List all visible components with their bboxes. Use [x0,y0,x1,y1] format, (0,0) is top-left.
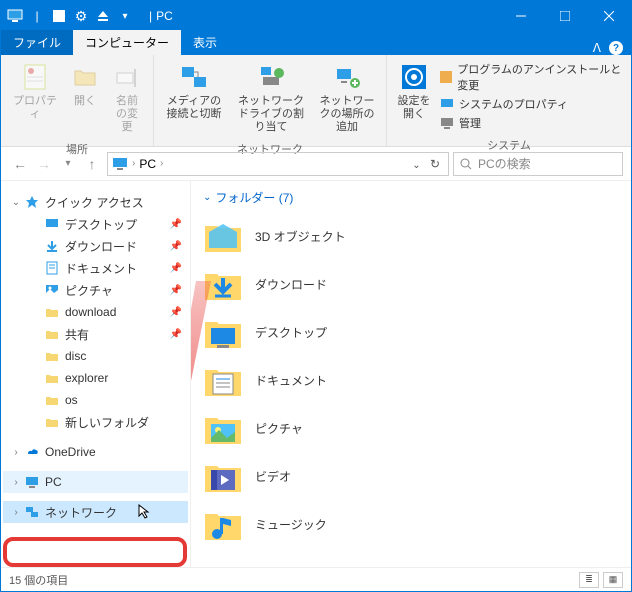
folder-label: 3D オブジェクト [255,228,346,245]
properties-label: プロパティ [11,95,59,121]
view-icons-button[interactable]: ▦ [603,572,623,588]
folder-label: ミュージック [255,516,327,533]
tree-item-新しいフォルダ[interactable]: 新しいフォルダ [3,411,188,433]
titlebar: | ⚙ ▾ | PC [1,1,631,31]
folder-label: ビデオ [255,468,291,485]
open-label: 開く [74,95,96,108]
eject-icon[interactable] [95,8,111,24]
folder-item[interactable]: デスクトップ [203,308,619,356]
pc-icon [7,8,23,24]
uninstall-label: プログラムのアンインストールと変更 [457,61,623,93]
close-button[interactable] [587,1,631,31]
tree-item-ドキュメント[interactable]: ドキュメント📌 [3,257,188,279]
folder-label: ドキュメント [255,372,327,389]
maximize-button[interactable] [543,1,587,31]
refresh-button[interactable]: ↻ [430,157,440,171]
search-box[interactable]: PCの検索 [453,152,623,176]
item-count: 15 個の項目 [9,572,68,588]
minimize-button[interactable] [499,1,543,31]
explorer-window: | ⚙ ▾ | PC ファイル コンピューター 表示 ᐱ ? [0,0,632,592]
window-title: PC [156,9,173,23]
map-drive-button[interactable]: ネットワーク ドライブの割り当て [230,57,312,139]
folder-item[interactable]: ミュージック [203,500,619,548]
sysprops-label: システムのプロパティ [459,96,568,112]
folder-item[interactable]: ドキュメント [203,356,619,404]
tree-item-ピクチャ[interactable]: ピクチャ📌 [3,279,188,301]
recent-dropdown[interactable]: ▾ [57,153,79,175]
properties-button[interactable]: プロパティ [7,57,63,125]
back-button[interactable]: ← [9,153,31,175]
search-placeholder: PCの検索 [478,155,531,172]
qat-dropdown[interactable]: ▾ [117,8,133,24]
tree-item-デスクトップ[interactable]: デスクトップ📌 [3,213,188,235]
tab-file[interactable]: ファイル [1,30,73,55]
forward-button[interactable]: → [33,153,55,175]
folder-icon[interactable] [51,8,67,24]
tab-computer[interactable]: コンピューター [73,30,181,55]
pc-label: PC [45,475,62,489]
add-network-label: ネットワークの場所の追加 [318,95,376,135]
tree-pc[interactable]: › PC [3,471,188,493]
add-network-button[interactable]: ネットワークの場所の追加 [314,57,380,139]
network-label: ネットワーク [45,504,117,521]
content-pane[interactable]: ⌄ フォルダー (7) 3D オブジェクトダウンロードデスクトップドキュメントピ… [191,181,631,567]
manage-label: 管理 [459,115,481,131]
tree-item-disc[interactable]: disc [3,345,188,367]
onedrive-label: OneDrive [45,445,96,459]
rename-label: 名前の変更 [111,95,143,135]
media-label: メディアの接続と切断 [164,95,224,121]
manage-button[interactable]: 管理 [439,115,623,131]
open-button[interactable]: 開く [65,57,105,112]
crumb-sep: › [132,158,135,169]
folder-item[interactable]: ダウンロード [203,260,619,308]
sysprops-button[interactable]: システムのプロパティ [439,96,623,112]
folder-label: デスクトップ [255,324,327,341]
media-button[interactable]: メディアの接続と切断 [160,57,228,125]
folder-label: ダウンロード [255,276,327,293]
address-dropdown-icon[interactable]: ⌄ [412,160,420,171]
tree-item-download[interactable]: download📌 [3,301,188,323]
tree-item-os[interactable]: os [3,389,188,411]
map-drive-label: ネットワーク ドライブの割り当て [234,95,308,135]
tree-item-ダウンロード[interactable]: ダウンロード📌 [3,235,188,257]
tree-onedrive[interactable]: › OneDrive [3,441,188,463]
qat-separator: | [29,8,45,24]
quick-access-label: クイック アクセス [45,194,144,211]
folder-item[interactable]: ビデオ [203,452,619,500]
statusbar: 15 個の項目 ≣ ▦ [1,567,631,591]
folder-label: ピクチャ [255,420,303,437]
tree-item-explorer[interactable]: explorer [3,367,188,389]
ribbon-tabs: ファイル コンピューター 表示 ᐱ ? [1,31,631,55]
navbar: ← → ▾ ↑ › PC › ⌄ ↻ PCの検索 [1,147,631,181]
gear-icon[interactable]: ⚙ [73,8,89,24]
settings-label: 設定を開く [397,95,431,121]
tab-view[interactable]: 表示 [181,30,229,55]
folder-item[interactable]: 3D オブジェクト [203,212,619,260]
group-header-label: フォルダー (7) [215,189,293,206]
address-bar[interactable]: › PC › ⌄ ↻ [107,152,449,176]
annotation-ring [3,537,187,567]
cursor-icon [137,504,151,520]
nav-tree: ⌄ クイック アクセス デスクトップ📌ダウンロード📌ドキュメント📌ピクチャ📌do… [1,181,191,567]
tree-quick-access[interactable]: ⌄ クイック アクセス [3,191,188,213]
folder-group-header[interactable]: ⌄ フォルダー (7) [203,189,619,206]
pc-crumb-icon [112,157,128,171]
collapse-icon[interactable]: ⌄ [203,192,211,203]
title-sep: | [149,9,152,23]
rename-button[interactable]: 名前の変更 [107,57,147,139]
help-icon[interactable]: ? [609,41,623,55]
folder-item[interactable]: ピクチャ [203,404,619,452]
crumb-dropdown[interactable]: › [160,158,163,169]
view-details-button[interactable]: ≣ [579,572,599,588]
search-icon [460,158,472,170]
uninstall-button[interactable]: プログラムのアンインストールと変更 [439,61,623,93]
ribbon-collapse-icon[interactable]: ᐱ [593,41,601,55]
tree-item-共有[interactable]: 共有📌 [3,323,188,345]
ribbon: プロパティ 開く 名前の変更 場所 メディアの接続と切断 [1,55,631,147]
up-button[interactable]: ↑ [81,153,103,175]
crumb-pc[interactable]: PC [139,157,156,171]
settings-button[interactable]: 設定を開く [393,57,435,125]
tree-network[interactable]: › ネットワーク [3,501,188,523]
